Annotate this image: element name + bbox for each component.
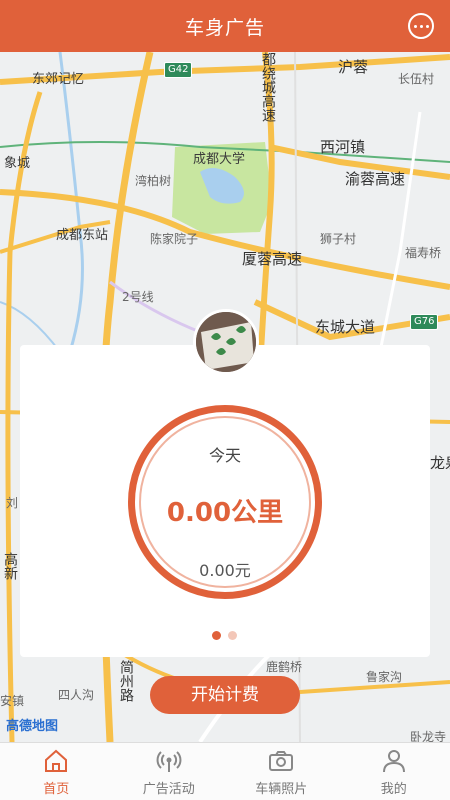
map-label: 陈家院子 <box>150 232 199 246</box>
page-title: 车身广告 <box>184 16 265 39</box>
today-label: 今天 <box>208 446 241 465</box>
more-dots-icon[interactable] <box>408 13 434 39</box>
map-label: 成都大学 <box>193 152 246 167</box>
map-label: 卧龙寺 <box>410 730 447 742</box>
broadcast-icon <box>156 751 182 772</box>
map-label: G42 <box>164 62 193 78</box>
tab-vehicle-photos[interactable]: 车辆照片 <box>225 743 338 800</box>
map-label: 长伍村 <box>398 72 435 86</box>
map-label: 简州路 <box>118 660 134 702</box>
map-label: 厦蓉高速 <box>242 250 303 268</box>
map-label: 鹿鹤桥 <box>266 660 303 674</box>
map-label: 狮子村 <box>320 232 357 246</box>
map-label: 湾柏树 <box>135 174 172 188</box>
map-label: 都绕城高速 <box>260 52 276 122</box>
tab-profile[interactable]: 我的 <box>338 743 450 800</box>
avatar[interactable] <box>193 309 259 375</box>
map-label: 沪蓉 <box>338 58 369 76</box>
map-label: 福寿桥 <box>405 246 442 260</box>
page-dot-active[interactable] <box>212 631 221 640</box>
map-label: 2号线 <box>122 290 154 304</box>
tab-label: 我的 <box>380 782 407 797</box>
map-label: 成都东站 <box>56 228 109 243</box>
map-label: 西河镇 <box>320 138 366 156</box>
user-icon <box>382 750 405 773</box>
map-label: 安镇 <box>0 694 25 708</box>
camera-icon <box>269 751 294 771</box>
tab-campaigns[interactable]: 广告活动 <box>113 743 226 800</box>
map-label: 东城大道 <box>315 318 376 336</box>
map-label: 高新 <box>2 552 18 580</box>
map-label: 象城 <box>4 156 31 171</box>
page-dot[interactable] <box>228 631 237 640</box>
map-label: 龙泉 <box>430 454 450 472</box>
tab-home[interactable]: 首页 <box>0 743 113 800</box>
bottom-tab-bar: 首页 广告活动 车辆照片 我的 <box>0 742 450 800</box>
map-label: 四人沟 <box>58 688 95 702</box>
tab-label: 车辆照片 <box>255 782 308 797</box>
tab-label: 首页 <box>43 782 70 797</box>
distance-value: 0.00公里 <box>166 498 284 528</box>
map-label: 渝蓉高速 <box>345 170 406 188</box>
map-label: 刘 <box>6 496 19 510</box>
home-icon <box>45 749 68 772</box>
map-label: 鲁家沟 <box>366 670 403 684</box>
earnings-value: 0.00元 <box>199 561 251 580</box>
tab-label: 广告活动 <box>142 782 195 797</box>
map-label: 东郊记忆 <box>32 72 85 87</box>
app-header: 车身广告 <box>0 0 450 52</box>
start-billing-button[interactable]: 开始计费 <box>150 676 300 714</box>
map-label: G76 <box>410 314 439 330</box>
map-attribution: 高德地图 <box>6 719 59 734</box>
page-indicator <box>212 631 237 640</box>
